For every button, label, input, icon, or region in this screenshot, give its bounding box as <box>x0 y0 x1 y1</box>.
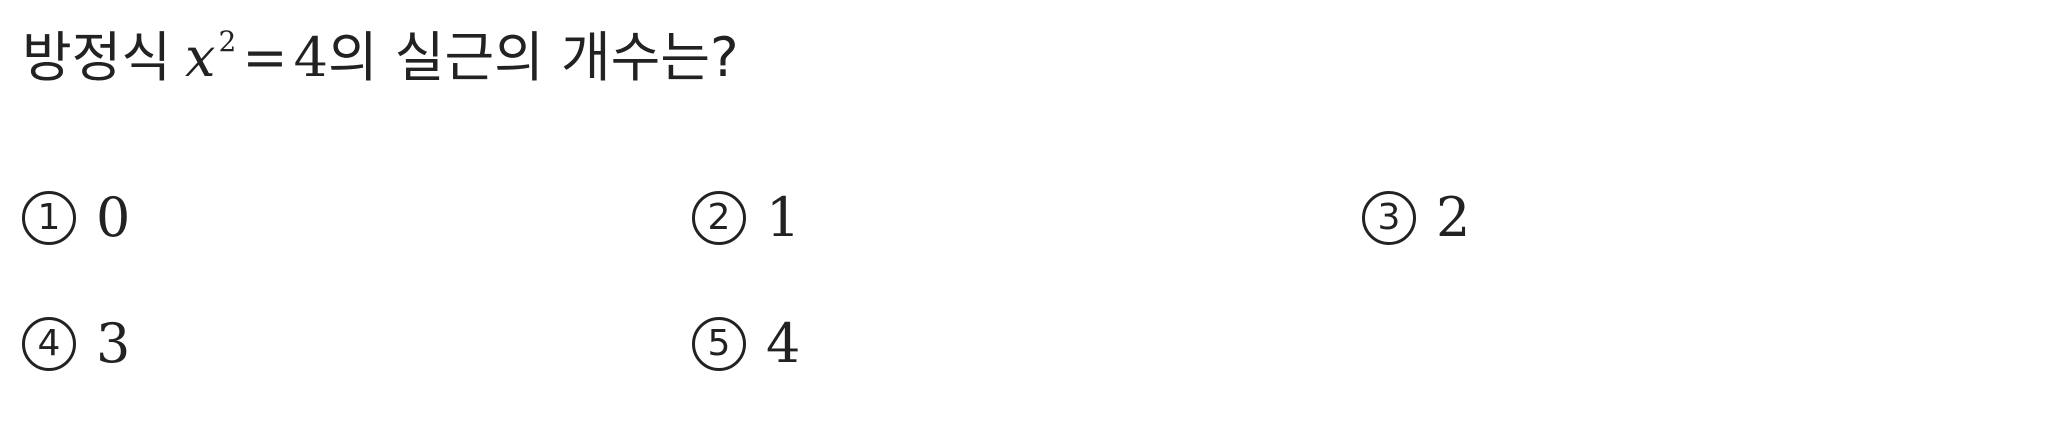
choice-1-marker: 1 <box>22 191 76 245</box>
choice-1[interactable]: 1 0 <box>22 186 130 250</box>
choice-4-marker: 4 <box>22 317 76 371</box>
choice-3-value: 2 <box>1436 186 1471 249</box>
equation-variable: x <box>185 26 216 89</box>
choice-3-marker: 3 <box>1362 191 1416 245</box>
equation: x 2 = 4 <box>185 27 328 85</box>
choice-4-value: 3 <box>96 312 131 375</box>
choice-2-value: 1 <box>766 186 801 249</box>
choice-5-value: 4 <box>766 312 801 375</box>
choice-2-marker: 2 <box>692 191 746 245</box>
question-suffix: 의 실근의 개수는? <box>327 26 739 89</box>
choice-2[interactable]: 2 1 <box>692 186 800 250</box>
choice-5-marker: 5 <box>692 317 746 371</box>
choice-1-value: 0 <box>96 186 131 249</box>
choice-5[interactable]: 5 4 <box>692 312 800 376</box>
equation-equals: = <box>242 26 288 89</box>
equation-exponent: 2 <box>218 24 237 58</box>
choice-3[interactable]: 3 2 <box>1362 186 1470 250</box>
equation-constant: 4 <box>293 26 328 89</box>
question-text: 방정식 x 2 = 4 의 실근의 개수는? <box>22 18 739 98</box>
question-prefix: 방정식 <box>22 26 172 89</box>
choice-4[interactable]: 4 3 <box>22 312 130 376</box>
